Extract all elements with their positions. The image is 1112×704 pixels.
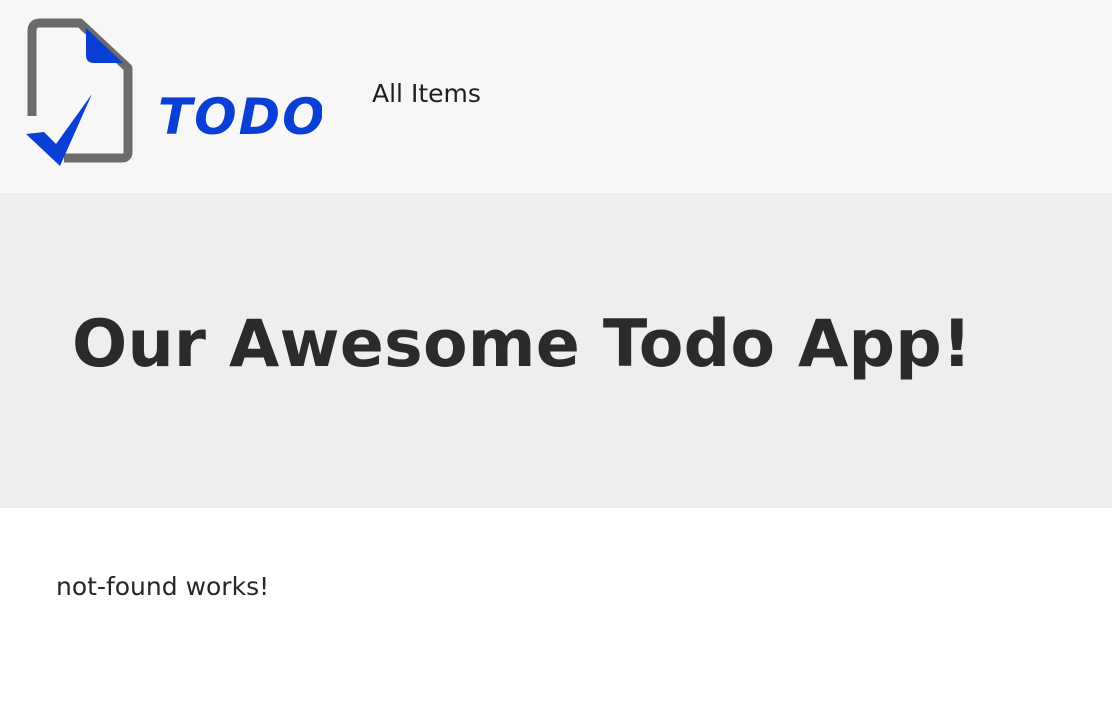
page-title: Our Awesome Todo App! <box>72 307 972 382</box>
not-found-message: not-found works! <box>56 572 270 601</box>
jumbotron: Our Awesome Todo App! <box>0 193 1112 508</box>
logo-text: TODO <box>158 88 322 146</box>
todo-logo-icon: TODO <box>26 18 322 166</box>
document-outline-left <box>27 18 41 116</box>
document-outline <box>40 18 133 163</box>
brand-logo-link[interactable]: TODO <box>22 16 322 172</box>
nav-link-all-items[interactable]: All Items <box>372 78 481 110</box>
navbar: TODO All Items <box>0 0 1112 193</box>
